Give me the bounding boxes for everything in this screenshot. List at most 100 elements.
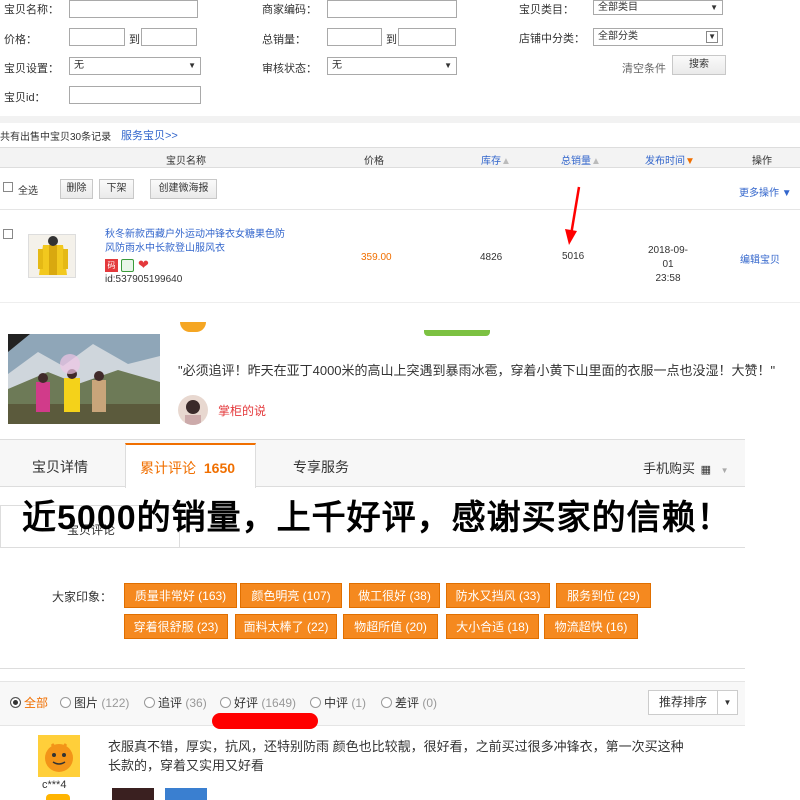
sort-select[interactable]: 推荐排序 ▼ bbox=[648, 690, 738, 715]
create-poster-button[interactable]: 创建微海报 bbox=[150, 179, 217, 199]
header-name: 宝贝名称 bbox=[166, 156, 206, 167]
mobile-buy-text: 手机购买 bbox=[643, 461, 696, 476]
radio-icon bbox=[10, 697, 21, 708]
filter-photos[interactable]: 图片 (122) bbox=[60, 694, 129, 711]
mobile-buy-link[interactable]: 手机购买 ▦ ▼ bbox=[643, 458, 729, 477]
item-setting-value: 无 bbox=[74, 60, 84, 71]
filter-bad[interactable]: 差评 (0) bbox=[381, 694, 437, 711]
filter-bad-count: (0) bbox=[422, 696, 438, 710]
clear-filters-link[interactable]: 清空条件 bbox=[622, 60, 666, 76]
user-level-icon bbox=[46, 794, 70, 800]
tab-bar bbox=[0, 439, 745, 487]
price-max-input[interactable] bbox=[141, 28, 197, 46]
header-publish-text: 发布时间 bbox=[645, 156, 685, 167]
merchant-code-input[interactable] bbox=[327, 0, 457, 18]
tab-reviews[interactable]: 累计评论 1650 bbox=[125, 443, 256, 488]
divider bbox=[0, 668, 745, 669]
tab-item-detail[interactable]: 宝贝详情 bbox=[32, 457, 88, 477]
filter-good[interactable]: 好评 (1649) bbox=[220, 694, 296, 711]
impression-tag[interactable]: 大小合适 (18) bbox=[446, 614, 539, 639]
header-price: 价格 bbox=[364, 156, 384, 167]
annotation-underline bbox=[212, 713, 318, 729]
item-setting-select[interactable]: 无 ▼ bbox=[69, 57, 201, 75]
select-all-checkbox[interactable] bbox=[3, 182, 13, 192]
table-row: 秋冬新款西藏户外运动冲锋衣女糖果色防 风防雨水中长款登山服风衣 码 ❤ id:5… bbox=[0, 210, 800, 302]
tab-exclusive-service[interactable]: 专享服务 bbox=[293, 457, 349, 477]
filter-neutral-count: (1) bbox=[351, 696, 367, 710]
overlay-caption: 近5000的销量，上千好评，感谢买家的信赖！ bbox=[22, 499, 732, 537]
review-username: c***4 bbox=[42, 779, 67, 791]
impression-tag[interactable]: 物超所值 (20) bbox=[343, 614, 438, 639]
radio-icon bbox=[144, 697, 155, 708]
heart-icon: ❤ bbox=[138, 257, 149, 272]
search-button[interactable]: 搜索 bbox=[672, 55, 726, 75]
category-label: 宝贝类目： bbox=[519, 4, 574, 16]
impression-tag[interactable]: 防水又挡风 (33) bbox=[446, 583, 550, 608]
impression-tag[interactable]: 物流超快 (16) bbox=[544, 614, 638, 639]
shop-category-select[interactable]: 全部分类 ▼ bbox=[593, 28, 723, 46]
header-sales[interactable]: 总销量▲ bbox=[561, 152, 601, 167]
audit-status-label: 审核状态： bbox=[262, 63, 317, 75]
delete-button[interactable]: 删除 bbox=[60, 179, 93, 199]
item-id-input[interactable] bbox=[69, 86, 201, 104]
filter-followup-count: (36) bbox=[185, 696, 207, 710]
sort-up-icon: ▲ bbox=[591, 156, 601, 167]
product-id: id:537905199640 bbox=[105, 274, 183, 285]
chevron-down-icon: ▼ bbox=[706, 31, 718, 43]
item-id-label: 宝贝id： bbox=[4, 92, 46, 104]
row-checkbox[interactable] bbox=[3, 229, 13, 239]
impressions-label: 大家印象： bbox=[52, 590, 113, 604]
divider bbox=[0, 116, 800, 123]
item-name-input[interactable] bbox=[69, 0, 198, 18]
audit-status-select[interactable]: 无 ▼ bbox=[327, 57, 457, 75]
code-badge: 码 bbox=[105, 259, 118, 272]
chevron-down-icon: ▼ bbox=[717, 691, 737, 714]
tab-reviews-count: 1650 bbox=[203, 460, 236, 476]
sort-select-label: 推荐排序 bbox=[659, 695, 708, 709]
filter-followup[interactable]: 追评 (36) bbox=[144, 694, 207, 711]
review-text: 衣服真不错，厚实，抗风，还特别防雨 颜色也比较靓，很好看，之前买过很多冲锋衣，第… bbox=[108, 737, 684, 775]
filter-neutral-label: 中评 bbox=[324, 696, 349, 710]
edit-item-link[interactable]: 编辑宝贝 bbox=[740, 251, 780, 266]
product-thumbnail[interactable] bbox=[28, 234, 76, 278]
impression-tag[interactable]: 颜色明亮 (107) bbox=[240, 583, 342, 608]
impression-tag[interactable]: 做工很好 (38) bbox=[349, 583, 440, 608]
shop-category-value: 全部分类 bbox=[598, 31, 638, 42]
product-title-line2: 风防雨水中长款登山服风衣 bbox=[105, 243, 225, 254]
radio-icon bbox=[60, 697, 71, 708]
price-min-input[interactable] bbox=[69, 28, 125, 46]
sales-max-input[interactable] bbox=[398, 28, 456, 46]
filter-good-count: (1649) bbox=[261, 696, 297, 710]
item-name-label: 宝贝名称： bbox=[4, 4, 59, 16]
header-stock[interactable]: 库存▲ bbox=[481, 152, 511, 167]
more-actions-link[interactable]: 更多操作 ▼ bbox=[739, 184, 792, 199]
delist-button[interactable]: 下架 bbox=[99, 179, 134, 199]
filter-all[interactable]: 全部 bbox=[10, 694, 48, 711]
review-banner-photo[interactable] bbox=[8, 334, 160, 424]
divider bbox=[0, 302, 800, 332]
chevron-down-icon: ▼ bbox=[444, 61, 452, 70]
product-title-link[interactable]: 秋冬新款西藏户外运动冲锋衣女糖果色防 风防雨水中长款登山服风衣 bbox=[105, 228, 285, 256]
user-avatar[interactable] bbox=[38, 735, 80, 777]
review-text-line2: 长款的，穿着又实用又好看 bbox=[108, 758, 265, 773]
sales-min-input[interactable] bbox=[327, 28, 382, 46]
audit-status-value: 无 bbox=[332, 60, 342, 71]
service-items-link[interactable]: 服务宝贝>> bbox=[121, 127, 178, 143]
table-header: 宝贝名称 价格 库存▲ 总销量▲ 发布时间▼ 操作 bbox=[0, 147, 800, 168]
chevron-down-icon: ▼ bbox=[781, 188, 792, 199]
category-select[interactable]: 全部类目 ▼ bbox=[593, 0, 723, 15]
impression-tag[interactable]: 服务到位 (29) bbox=[556, 583, 651, 608]
impression-tag[interactable]: 质量非常好 (163) bbox=[124, 583, 237, 608]
decorative-bar bbox=[424, 330, 490, 336]
publish-date: 2018-09-01 bbox=[647, 245, 689, 270]
header-publish-time[interactable]: 发布时间▼ bbox=[645, 152, 695, 167]
impression-tag[interactable]: 面料太棒了 (22) bbox=[235, 614, 337, 639]
radio-icon bbox=[381, 697, 392, 708]
filter-neutral[interactable]: 中评 (1) bbox=[310, 694, 366, 711]
chevron-down-icon: ▼ bbox=[710, 3, 718, 12]
impression-tag[interactable]: 穿着很舒服 (23) bbox=[124, 614, 228, 639]
review-photo-thumbnail[interactable] bbox=[112, 788, 154, 800]
review-photo-thumbnail[interactable] bbox=[165, 788, 207, 800]
price-label: 价格： bbox=[4, 34, 37, 46]
mobile-icon bbox=[121, 259, 134, 272]
